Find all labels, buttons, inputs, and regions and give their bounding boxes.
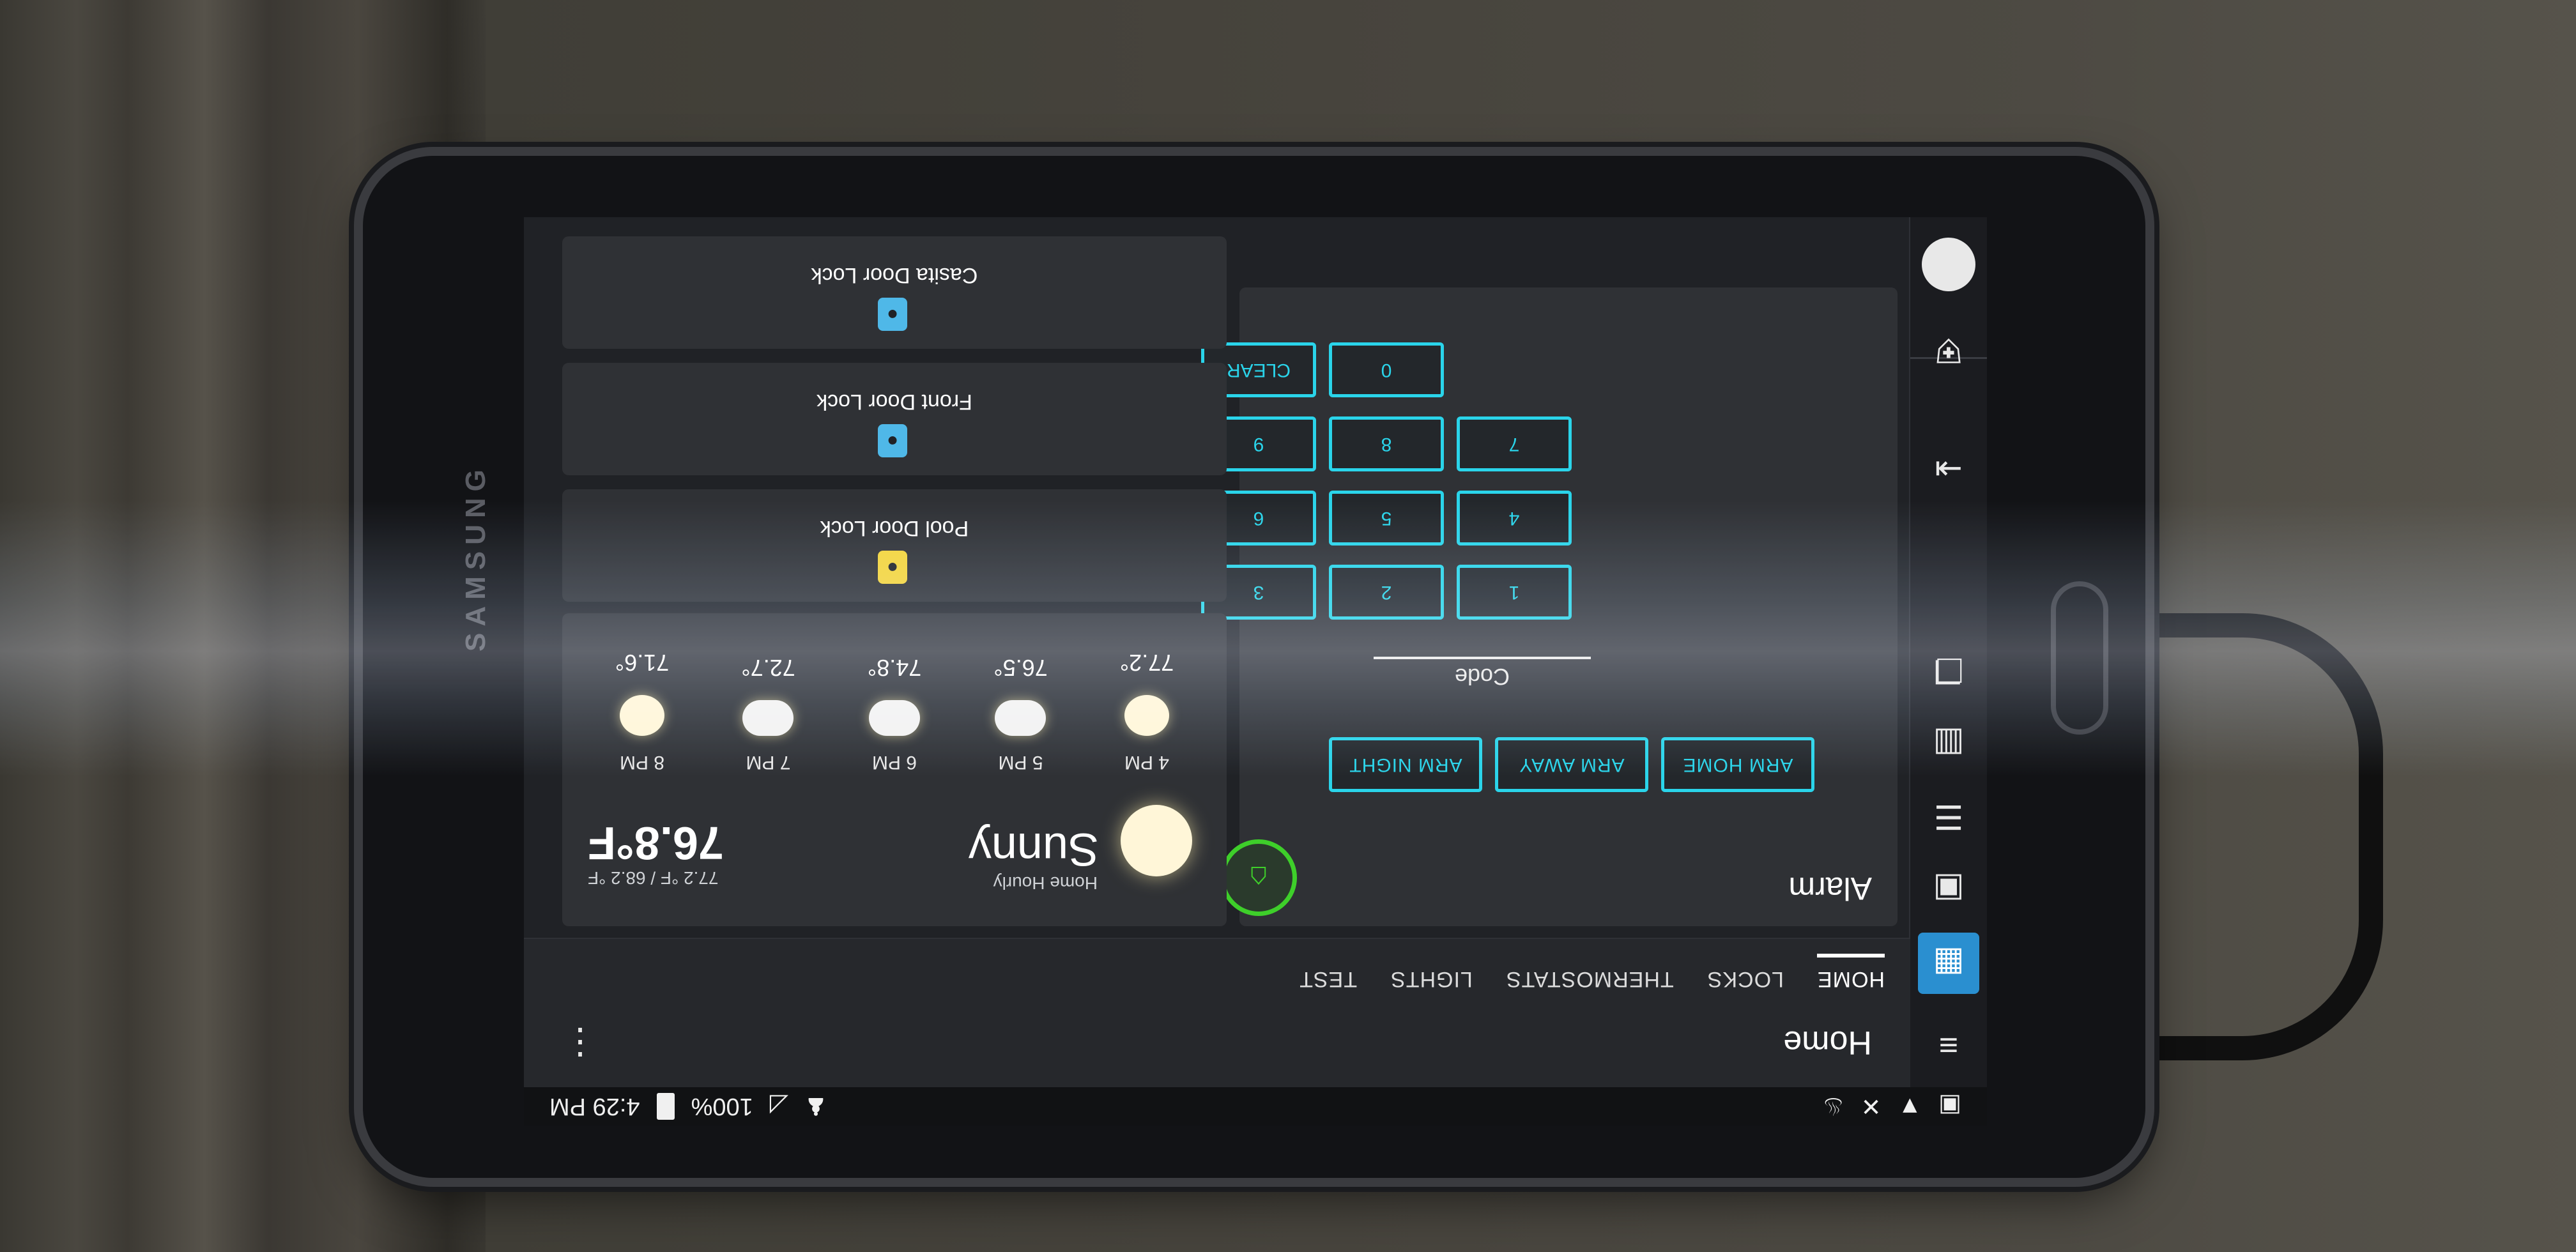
alarm-title: Alarm — [1788, 871, 1872, 906]
partly-cloudy-icon — [869, 700, 920, 736]
key-8[interactable]: 8 — [1329, 416, 1444, 471]
key-7[interactable]: 7 — [1457, 416, 1572, 471]
forecast-hour: 6 PM 74.8° — [847, 649, 942, 773]
copy-icon[interactable]: ❐ — [1918, 639, 1979, 700]
partly-cloudy-icon — [742, 700, 794, 736]
battery-icon — [656, 1093, 675, 1120]
current-temperature: 76.8°F — [588, 817, 724, 868]
notification-icon: ▣ — [1938, 1092, 1961, 1120]
signal-icon: ✕ — [1860, 1092, 1882, 1120]
clock: 4:29 PM — [549, 1093, 640, 1120]
overflow-menu-icon[interactable]: ⋮ — [562, 1022, 598, 1064]
tab-locks[interactable]: LOCKS — [1707, 954, 1784, 991]
weather-source: Home Hourly — [993, 873, 1098, 893]
forecast-temp: 74.8° — [867, 655, 922, 681]
lock-icon: ● — [878, 424, 907, 457]
key-0[interactable]: 0 — [1329, 342, 1444, 397]
avatar[interactable] — [1922, 238, 1975, 291]
tab-test[interactable]: TEST — [1299, 954, 1357, 991]
alarm-panel-card: Alarm ⌂ ARM HOME ARM AWAY ARM NIGHT Code… — [1201, 287, 1897, 926]
forecast-time: 4 PM — [1124, 752, 1170, 773]
menu-icon[interactable]: ≡ — [1918, 1014, 1979, 1076]
forecast-hour: 7 PM 72.7° — [721, 649, 816, 773]
forecast-time: 8 PM — [619, 752, 665, 773]
tab-home[interactable]: HOME — [1817, 954, 1885, 991]
page-title: Home — [1783, 1024, 1872, 1061]
arm-home-button[interactable]: ARM HOME — [1661, 737, 1814, 792]
tab-thermostats[interactable]: THERMOSTATS — [1506, 954, 1674, 991]
wifi-icon: ▼ — [1897, 1093, 1922, 1120]
hourly-forecast: 4 PM 77.2° 5 PM 76.5° 6 PM 74.8° 7 PM 72… — [594, 649, 1195, 773]
toolbox-icon[interactable]: ▣ — [1918, 859, 1979, 920]
arm-buttons: ARM HOME ARM AWAY ARM NIGHT — [1329, 737, 1814, 792]
forecast-time: 5 PM — [998, 752, 1043, 773]
alarm-status-icon: ⌂ — [1220, 839, 1297, 916]
device-brand-logo: SAMSUNG — [460, 463, 491, 652]
lock-name: Pool Door Lock — [820, 516, 969, 540]
weather-condition: Sunny — [968, 823, 1099, 874]
battery-percent: 100% — [691, 1093, 753, 1120]
forecast-temp: 77.2° — [1119, 650, 1174, 676]
lock-icon: ● — [878, 551, 907, 584]
forecast-hour: 4 PM 77.2° — [1099, 649, 1195, 773]
alarm-clock-icon: ♟ — [804, 1092, 827, 1120]
key-5[interactable]: 5 — [1329, 491, 1444, 546]
forecast-temp: 72.7° — [741, 655, 795, 681]
forecast-time: 7 PM — [746, 752, 791, 773]
shield-icon[interactable]: ⛨ — [1918, 319, 1979, 381]
status-bar: ▣ ▼ ✕ ♨ ♟ ◿ 100% 4:29 PM — [524, 1087, 1987, 1126]
lock-name: Front Door Lock — [816, 390, 972, 414]
charging-cable — [2115, 613, 2383, 1060]
list-icon[interactable]: ☰ — [1918, 786, 1979, 847]
code-field[interactable]: Code — [1374, 657, 1591, 690]
key-2[interactable]: 2 — [1329, 565, 1444, 620]
home-assistant-ui: ▣ ▼ ✕ ♨ ♟ ◿ 100% 4:29 PM ≡ ▦ ▣ ☰ ▥ ❐ ⇥ ⛨ — [524, 217, 1987, 1126]
key-4[interactable]: 4 — [1457, 491, 1572, 546]
view-tabs: HOME LOCKS THERMOSTATS LIGHTS TEST — [1299, 954, 1885, 991]
forecast-time: 6 PM — [871, 752, 917, 773]
lock-card-casita[interactable]: ● Casita Door Lock — [562, 236, 1227, 349]
moon-icon — [620, 695, 664, 736]
sun-icon — [1121, 805, 1192, 876]
sidebar: ≡ ▦ ▣ ☰ ▥ ❐ ⇥ ⛨ — [1909, 217, 1987, 1087]
sun-icon — [1124, 695, 1169, 736]
forecast-temp: 76.5° — [993, 655, 1048, 681]
tab-lights[interactable]: LIGHTS — [1390, 954, 1473, 991]
lock-icon: ● — [878, 298, 907, 331]
lock-card-front[interactable]: ● Front Door Lock — [562, 363, 1227, 475]
flame-icon: ♨ — [1822, 1092, 1844, 1120]
arm-away-button[interactable]: ARM AWAY — [1495, 737, 1648, 792]
tablet-screen: ▣ ▼ ✕ ♨ ♟ ◿ 100% 4:29 PM ≡ ▦ ▣ ☰ ▥ ❐ ⇥ ⛨ — [524, 217, 1987, 1126]
logout-icon[interactable]: ⇥ — [1918, 438, 1979, 500]
key-1[interactable]: 1 — [1457, 565, 1572, 620]
partly-cloudy-icon — [995, 700, 1046, 736]
temperature-range: 77.2 °F / 68.2 °F — [588, 868, 719, 888]
no-sim-icon: ◿ — [769, 1092, 788, 1120]
calendar-icon[interactable]: ▥ — [1918, 713, 1979, 774]
arm-night-button[interactable]: ARM NIGHT — [1329, 737, 1482, 792]
lock-name: Casita Door Lock — [811, 263, 978, 287]
overview-icon[interactable]: ▦ — [1918, 933, 1979, 994]
weather-card: Home Hourly Sunny 77.2 °F / 68.2 °F 76.8… — [562, 613, 1227, 926]
forecast-hour: 8 PM 71.6° — [594, 649, 690, 773]
forecast-temp: 71.6° — [615, 650, 670, 676]
lock-card-pool[interactable]: ● Pool Door Lock — [562, 489, 1227, 602]
top-app-bar: Home ⋮ HOME LOCKS THERMOSTATS LIGHTS TES… — [524, 938, 1910, 1087]
hardware-home-button[interactable] — [2051, 581, 2108, 735]
forecast-hour: 5 PM 76.5° — [973, 649, 1069, 773]
